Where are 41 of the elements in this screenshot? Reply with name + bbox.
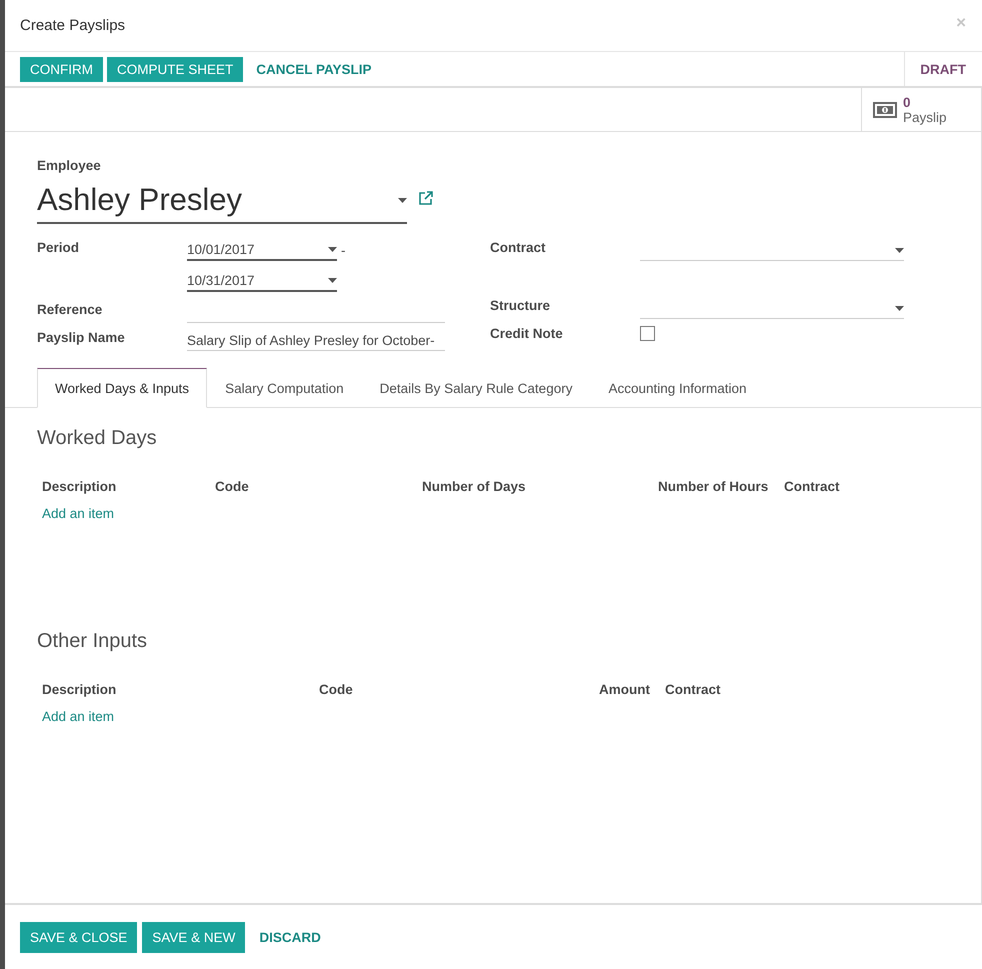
column-header: Contract (784, 479, 841, 494)
column-header: Code (215, 479, 250, 494)
date-field[interactable]: 10/01/2017 (187, 240, 337, 261)
field-label: Employee (37, 158, 102, 173)
field-label: Credit Note (490, 326, 563, 341)
field-label: Reference (37, 302, 102, 317)
field-label: Contract (490, 240, 546, 255)
range-separator: - (341, 243, 346, 258)
tab[interactable]: Details By Salary Rule Category (362, 368, 590, 408)
window-title: Create Payslips (20, 17, 126, 34)
banknote-icon (873, 102, 897, 118)
employee-field[interactable]: Ashley Presley (37, 182, 407, 224)
add-item-link[interactable]: Add an item (42, 506, 114, 521)
column-header: Code (319, 682, 354, 697)
column-header: Amount (599, 682, 648, 697)
column-header: Number of Hours (658, 479, 770, 494)
column-header: Description (42, 682, 118, 697)
column-header: Description (42, 479, 118, 494)
caret-icon (895, 248, 904, 252)
field-label: Payslip Name (37, 330, 125, 345)
caret-icon (398, 198, 407, 202)
text-field[interactable]: Salary Slip of Ashley Presley for October- (187, 330, 445, 351)
add-item-link[interactable]: Add an item (42, 709, 114, 724)
column-header: Number of Days (422, 479, 527, 494)
field-label: Structure (490, 298, 550, 313)
caret-icon (328, 278, 337, 283)
column-header: Contract (665, 682, 722, 697)
caret-icon (328, 247, 337, 252)
field-label: Period (37, 240, 80, 255)
checkbox[interactable] (640, 326, 655, 341)
external-link-icon[interactable] (419, 191, 433, 205)
link-button[interactable]: CANCEL PAYSLIP (247, 56, 381, 82)
section-title: Worked Days (37, 427, 158, 450)
date-field[interactable]: 10/31/2017 (187, 271, 337, 292)
caret-icon (895, 306, 904, 310)
section-title: Other Inputs (37, 630, 148, 653)
tab[interactable]: Accounting Information (590, 368, 765, 408)
status-label: DRAFT (904, 52, 982, 86)
link-button[interactable]: DISCARD (250, 922, 330, 952)
tab[interactable]: Salary Computation (207, 368, 362, 408)
tab[interactable]: Worked Days & Inputs (37, 368, 208, 408)
